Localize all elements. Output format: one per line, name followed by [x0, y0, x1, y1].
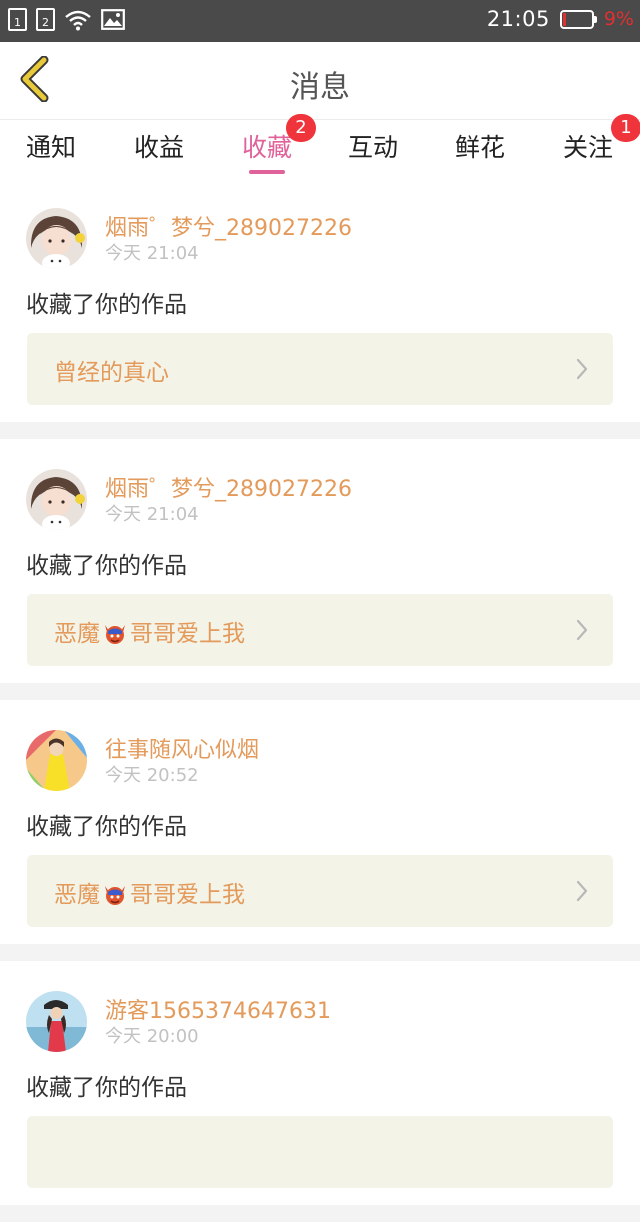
app-header: 消息 — [0, 42, 640, 120]
tab-badge: 2 — [286, 114, 316, 142]
work-link[interactable]: 恶魔 哥哥爱上我 — [27, 855, 613, 927]
timestamp: 今天 20:52 — [105, 765, 199, 786]
work-title-text: 哥哥爱上我 — [130, 882, 245, 908]
avatar[interactable] — [26, 469, 87, 530]
avatar[interactable] — [26, 730, 87, 791]
battery-icon — [559, 9, 597, 29]
sim2-label: 2 — [36, 8, 55, 31]
timestamp: 今天 21:04 — [105, 504, 199, 525]
work-title: 恶魔 哥哥爱上我 — [54, 614, 245, 651]
action-text: 收藏了你的作品 — [26, 553, 187, 579]
work-title: 曾经的真心 — [54, 353, 169, 387]
battery-level — [562, 12, 566, 26]
username[interactable]: 游客1565374647631 — [105, 993, 331, 1025]
tab-label: 收益 — [134, 133, 185, 162]
clock: 21:05 — [486, 7, 550, 31]
timestamp: 今天 21:04 — [105, 243, 199, 264]
chevron-right-icon — [575, 358, 589, 384]
timestamp: 今天 20:00 — [105, 1026, 199, 1047]
devil-emoji-icon — [102, 621, 128, 651]
tab-flowers[interactable]: 鲜花 — [455, 128, 505, 176]
tab-label: 通知 — [26, 133, 77, 162]
action-text: 收藏了你的作品 — [26, 292, 187, 318]
avatar[interactable] — [26, 208, 87, 269]
status-bar-left: 1 2 — [8, 8, 125, 31]
sim-card-icon: 2 — [36, 8, 55, 31]
devil-emoji-icon — [102, 882, 128, 912]
work-link[interactable]: 恶魔 哥哥爱上我 — [27, 594, 613, 666]
sim1-label: 1 — [8, 8, 27, 31]
sim-card-icon: 1 — [8, 8, 27, 31]
work-link[interactable]: 曾经的真心 — [27, 333, 613, 405]
feed-card: 烟雨゜梦兮_289027226 今天 21:04 收藏了你的作品 曾经的真心 — [0, 178, 640, 422]
work-link[interactable] — [27, 1116, 613, 1188]
favorites-feed: 烟雨゜梦兮_289027226 今天 21:04 收藏了你的作品 曾经的真心 烟… — [0, 178, 640, 1222]
status-bar: 1 2 21:05 9% — [0, 0, 640, 42]
feed-card: 游客1565374647631 今天 20:00 收藏了你的作品 — [0, 961, 640, 1205]
action-text: 收藏了你的作品 — [26, 814, 187, 840]
active-tab-indicator — [249, 170, 286, 174]
chevron-right-icon — [575, 619, 589, 645]
chevron-right-icon — [575, 880, 589, 906]
username[interactable]: 烟雨゜梦兮_289027226 — [105, 210, 352, 242]
tab-interactions[interactable]: 互动 — [348, 128, 398, 176]
avatar[interactable] — [26, 991, 87, 1052]
work-title-text: 曾经的真心 — [54, 360, 169, 386]
tab-notifications[interactable]: 通知 — [26, 128, 76, 176]
tab-label: 互动 — [348, 133, 399, 162]
wifi-icon — [64, 9, 92, 31]
tab-earnings[interactable]: 收益 — [134, 128, 184, 176]
page-title: 消息 — [290, 70, 350, 105]
tab-bar: 通知 收益 收藏 2 互动 鲜花 关注 1 — [0, 114, 640, 178]
work-title: 恶魔 哥哥爱上我 — [54, 875, 245, 912]
tab-follows[interactable]: 关注 1 — [563, 114, 640, 176]
tab-label: 收藏 — [242, 133, 293, 162]
action-text: 收藏了你的作品 — [26, 1075, 187, 1101]
work-title-text: 哥哥爱上我 — [130, 621, 245, 647]
tab-label: 鲜花 — [455, 133, 506, 162]
username[interactable]: 烟雨゜梦兮_289027226 — [105, 471, 352, 503]
tab-favorites[interactable]: 收藏 2 — [242, 114, 316, 176]
work-title-text: 恶魔 — [54, 882, 100, 908]
username[interactable]: 往事随风心似烟 — [105, 732, 259, 764]
work-title-text: 恶魔 — [54, 621, 100, 647]
tab-badge: 1 — [611, 114, 640, 142]
feed-card: 往事随风心似烟 今天 20:52 收藏了你的作品 恶魔 哥哥爱上我 — [0, 700, 640, 944]
image-icon — [101, 9, 125, 30]
tab-label: 关注 — [563, 133, 614, 162]
battery-percent: 9% — [603, 8, 634, 30]
status-bar-right: 21:05 9% — [487, 7, 634, 31]
feed-card: 烟雨゜梦兮_289027226 今天 21:04 收藏了你的作品 恶魔 哥哥爱上… — [0, 439, 640, 683]
